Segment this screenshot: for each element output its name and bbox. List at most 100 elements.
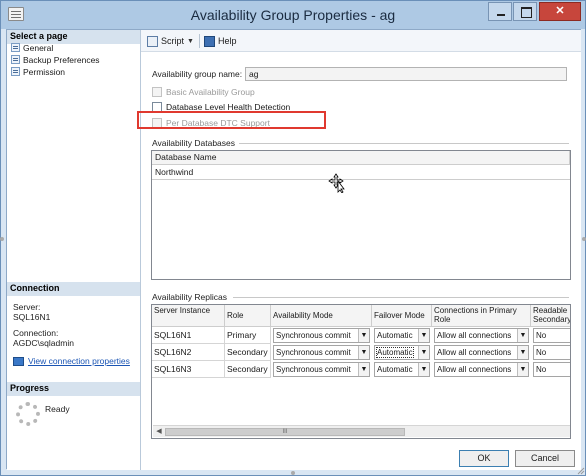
checkbox-box <box>152 87 162 97</box>
availability-mode-select[interactable]: Synchronous commit ▼ <box>273 362 370 377</box>
readable-secondary-header[interactable]: Readable Secondary <box>531 305 570 327</box>
progress-header: Progress <box>7 382 140 396</box>
page-item-label: Backup Preferences <box>23 54 100 65</box>
help-icon <box>204 35 215 47</box>
connections-primary-select[interactable]: Allow all connections ▼ <box>434 328 529 343</box>
script-button[interactable]: Script ▼ <box>147 34 194 48</box>
role-cell: Primary <box>225 327 271 344</box>
replicas-grid[interactable]: Server Instance Role Availability Mode F… <box>151 304 571 439</box>
view-connection-properties-label: View connection properties <box>28 356 130 366</box>
database-name-header[interactable]: Database Name <box>152 151 570 165</box>
database-name-cell[interactable]: Northwind <box>155 167 193 177</box>
connections-primary-header[interactable]: Connections in Primary Role <box>432 305 531 327</box>
horizontal-scrollbar[interactable]: ◀ III ▶ <box>153 425 570 437</box>
scroll-thumb[interactable]: III <box>165 428 405 436</box>
chevron-down-icon[interactable]: ▼ <box>358 363 369 376</box>
failover-mode-header[interactable]: Failover Mode <box>372 305 432 327</box>
server-instance-header[interactable]: Server Instance <box>152 305 225 327</box>
readable-secondary-value: No <box>536 365 547 374</box>
progress-status: Ready <box>45 404 70 414</box>
minimize-icon[interactable] <box>488 2 512 21</box>
ok-button[interactable]: OK <box>459 450 509 467</box>
help-button[interactable]: Help <box>204 34 237 48</box>
connection-value: AGDC\sqladmin <box>13 338 74 348</box>
readable-secondary-value: No <box>536 331 547 340</box>
connections-primary-value: Allow all connections <box>437 331 512 340</box>
connections-primary-select[interactable]: Allow all connections ▼ <box>434 362 529 377</box>
availability-mode-value: Synchronous commit <box>276 331 351 340</box>
close-icon[interactable]: ✕ <box>539 2 581 21</box>
chevron-down-icon[interactable]: ▼ <box>358 329 369 342</box>
page-item-general[interactable]: General <box>11 42 53 53</box>
maximize-icon[interactable] <box>513 2 537 21</box>
dialog-body: Select a page General Backup Preferences… <box>6 29 581 470</box>
failover-mode-value: Automatic <box>376 347 414 358</box>
availability-mode-select[interactable]: Synchronous commit ▼ <box>273 345 370 360</box>
role-cell: Secondary <box>225 361 271 378</box>
page-icon <box>11 67 20 76</box>
page-item-label: Permission <box>23 66 66 77</box>
table-row[interactable]: Northwind <box>152 165 570 180</box>
availability-mode-value: Synchronous commit <box>276 365 351 374</box>
failover-mode-select[interactable]: Automatic ▼ <box>374 345 430 360</box>
script-label: Script <box>161 36 185 46</box>
page-item-label: General <box>23 42 54 53</box>
resize-grip-icon[interactable] <box>575 465 585 475</box>
basic-ag-label: Basic Availability Group <box>166 87 255 97</box>
availability-mode-header[interactable]: Availability Mode <box>271 305 372 327</box>
connection-header: Connection <box>7 282 140 296</box>
chevron-down-icon[interactable]: ▼ <box>418 363 429 376</box>
server-instance-cell[interactable]: SQL16N3 <box>152 361 225 378</box>
chevron-down-icon[interactable]: ▼ <box>187 38 194 45</box>
connection-label: Connection: <box>13 328 59 338</box>
connections-primary-value: Allow all connections <box>437 365 512 374</box>
highlight-annotation <box>137 111 326 129</box>
basic-ag-checkbox[interactable]: Basic Availability Group <box>152 87 255 97</box>
server-instance-cell[interactable]: SQL16N2 <box>152 344 225 361</box>
chevron-down-icon[interactable]: ▼ <box>358 346 369 359</box>
chevron-down-icon[interactable]: ▼ <box>517 329 528 342</box>
failover-mode-select[interactable]: Automatic ▼ <box>374 362 430 377</box>
availability-mode-value: Synchronous commit <box>276 348 351 357</box>
readable-secondary-select[interactable]: No <box>533 345 570 360</box>
toolbar: Script ▼ Help <box>141 30 581 52</box>
group-divider <box>239 143 569 144</box>
connections-primary-select[interactable]: Allow all connections ▼ <box>434 345 529 360</box>
failover-mode-value: Automatic <box>377 365 413 374</box>
failover-mode-value: Automatic <box>377 331 413 340</box>
group-divider <box>233 297 569 298</box>
view-connection-properties-link[interactable]: View connection properties <box>13 356 130 366</box>
chevron-down-icon[interactable]: ▼ <box>418 346 429 359</box>
page-icon <box>11 43 20 52</box>
move-cursor-icon <box>328 173 345 193</box>
ag-name-field[interactable]: ag <box>245 67 567 81</box>
resize-handle <box>291 471 295 475</box>
failover-mode-select[interactable]: Automatic ▼ <box>374 328 430 343</box>
scroll-left-icon[interactable]: ◀ <box>154 427 164 437</box>
readable-secondary-value: No <box>536 348 547 357</box>
databases-grid[interactable]: Database Name Northwind <box>151 150 571 280</box>
progress-spinner-icon <box>16 402 40 426</box>
title-bar[interactable]: Availability Group Properties - ag ✕ <box>1 1 585 29</box>
resize-handle <box>0 237 4 241</box>
chevron-down-icon[interactable]: ▼ <box>418 329 429 342</box>
help-label: Help <box>218 36 237 46</box>
right-pane: Script ▼ Help Availability group name: a… <box>141 30 581 470</box>
ag-name-label: Availability group name: <box>152 69 243 79</box>
role-cell: Secondary <box>225 344 271 361</box>
availability-mode-select[interactable]: Synchronous commit ▼ <box>273 328 370 343</box>
readable-secondary-select[interactable]: No <box>533 328 570 343</box>
properties-icon <box>13 356 24 366</box>
page-item-backup-preferences[interactable]: Backup Preferences <box>11 54 100 65</box>
left-pane: Select a page General Backup Preferences… <box>7 30 141 470</box>
server-instance-cell[interactable]: SQL16N1 <box>152 327 225 344</box>
chevron-down-icon[interactable]: ▼ <box>517 346 528 359</box>
readable-secondary-select[interactable]: No <box>533 362 570 377</box>
server-value: SQL16N1 <box>13 312 51 322</box>
role-header[interactable]: Role <box>225 305 271 327</box>
cancel-button[interactable]: Cancel <box>515 450 575 467</box>
dialog-window: Availability Group Properties - ag ✕ Sel… <box>0 0 586 476</box>
page-item-permission[interactable]: Permission <box>11 66 65 77</box>
chevron-down-icon[interactable]: ▼ <box>517 363 528 376</box>
server-label: Server: <box>13 302 41 312</box>
